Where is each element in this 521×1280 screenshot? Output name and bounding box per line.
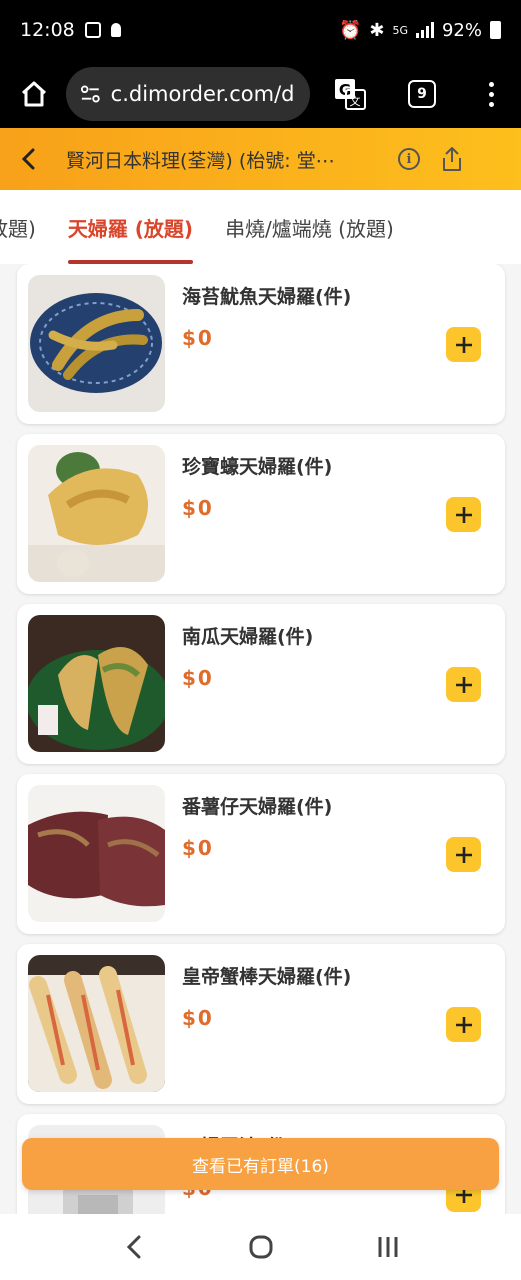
tab-kushiyaki[interactable]: 串燒/爐端燒 (放題)	[209, 190, 410, 264]
plus-icon	[455, 676, 472, 693]
gallery-icon	[84, 22, 101, 38]
back-button[interactable]	[20, 139, 50, 179]
tab-switcher-button[interactable]: 9	[408, 80, 436, 108]
food-photo	[28, 275, 165, 412]
plus-icon	[455, 506, 472, 523]
battery-icon	[490, 21, 501, 39]
add-item-button[interactable]	[446, 327, 481, 362]
chevron-left-icon	[126, 1235, 140, 1259]
category-tabs: 放題) 天婦羅 (放題) 串燒/爐端燒 (放題)	[0, 190, 521, 264]
share-icon	[443, 147, 461, 171]
bulb-icon	[110, 23, 121, 37]
menu-item-card[interactable]: 海苔魷魚天婦羅(件) $0	[17, 264, 505, 424]
food-photo	[28, 445, 165, 582]
home-button[interactable]	[14, 74, 54, 114]
item-name: 海苔魷魚天婦羅(件)	[182, 286, 352, 308]
add-item-button[interactable]	[446, 837, 481, 872]
nav-back-button[interactable]	[109, 1222, 159, 1272]
home-circle-icon	[249, 1235, 272, 1259]
item-price: $0	[182, 326, 214, 350]
nav-recents-button[interactable]	[363, 1222, 413, 1272]
menu-item-card[interactable]: 番薯仔天婦羅(件) $0	[17, 774, 505, 934]
network-label: 5G	[392, 23, 408, 37]
food-photo	[28, 615, 165, 752]
menu-item-list: 海苔魷魚天婦羅(件) $0 珍寶蠔天婦羅(件) $0 南瓜天婦羅(件) $0 番…	[0, 264, 521, 1214]
tab-tempura[interactable]: 天婦羅 (放題)	[52, 190, 209, 264]
add-item-button[interactable]	[446, 1007, 481, 1042]
battery-percent: 92%	[441, 19, 482, 41]
item-price: $0	[182, 666, 214, 690]
item-name: 珍寶蠔天婦羅(件)	[182, 456, 333, 478]
browser-bar: c.dimorder.com/d2 G文 9	[0, 60, 521, 128]
nav-home-button[interactable]	[236, 1222, 286, 1272]
alarm-icon: ⏰	[338, 19, 362, 41]
translate-icon: G文	[335, 79, 366, 110]
info-icon: i	[406, 151, 412, 167]
plus-icon	[455, 336, 472, 353]
info-button[interactable]: i	[398, 148, 420, 170]
bluetooth-icon: ✱	[369, 19, 385, 41]
translate-button[interactable]: G文	[328, 72, 372, 116]
menu-item-card[interactable]: 珍寶蠔天婦羅(件) $0	[17, 434, 505, 594]
site-settings-icon	[80, 85, 100, 103]
tab-previous-category[interactable]: 放題)	[0, 190, 52, 264]
tab-label: 天婦羅 (放題)	[67, 216, 194, 241]
item-price: $0	[182, 1006, 214, 1030]
url-text: c.dimorder.com/d2	[110, 82, 296, 106]
menu-item-card[interactable]: 南瓜天婦羅(件) $0	[17, 604, 505, 764]
browser-menu-button[interactable]	[476, 74, 506, 114]
item-price: $0	[182, 496, 214, 520]
item-name: 皇帝蟹棒天婦羅(件)	[182, 966, 352, 988]
system-nav-bar	[0, 1214, 521, 1280]
menu-item-card[interactable]: 皇帝蟹棒天婦羅(件) $0	[17, 944, 505, 1104]
add-item-button[interactable]	[446, 497, 481, 532]
item-name: 番薯仔天婦羅(件)	[182, 796, 333, 818]
chevron-left-icon	[21, 148, 35, 170]
recents-icon	[378, 1237, 397, 1257]
food-photo	[28, 785, 165, 922]
food-photo	[28, 955, 165, 1092]
plus-icon	[455, 846, 472, 863]
plus-icon	[455, 1016, 472, 1033]
tab-label: 串燒/爐端燒 (放題)	[225, 216, 394, 241]
signal-icon	[415, 22, 434, 38]
status-bar: 12:08 ⏰ ✱ 5G 92%	[0, 0, 521, 60]
item-price: $0	[182, 836, 214, 860]
tab-label: 放題)	[0, 216, 36, 241]
view-orders-button[interactable]: 查看已有訂單(16)	[22, 1138, 499, 1190]
add-item-button[interactable]	[446, 667, 481, 702]
item-name: 南瓜天婦羅(件)	[182, 626, 314, 648]
url-bar[interactable]: c.dimorder.com/d2	[66, 67, 310, 121]
share-button[interactable]	[440, 146, 464, 172]
status-time: 12:08	[20, 19, 75, 41]
svg-text:文: 文	[350, 94, 361, 108]
app-header: 賢河日本料理(荃灣) (枱號: 堂⋯ i	[0, 128, 521, 190]
restaurant-title: 賢河日本料理(荃灣) (枱號: 堂⋯	[66, 149, 335, 172]
home-icon	[21, 81, 47, 107]
